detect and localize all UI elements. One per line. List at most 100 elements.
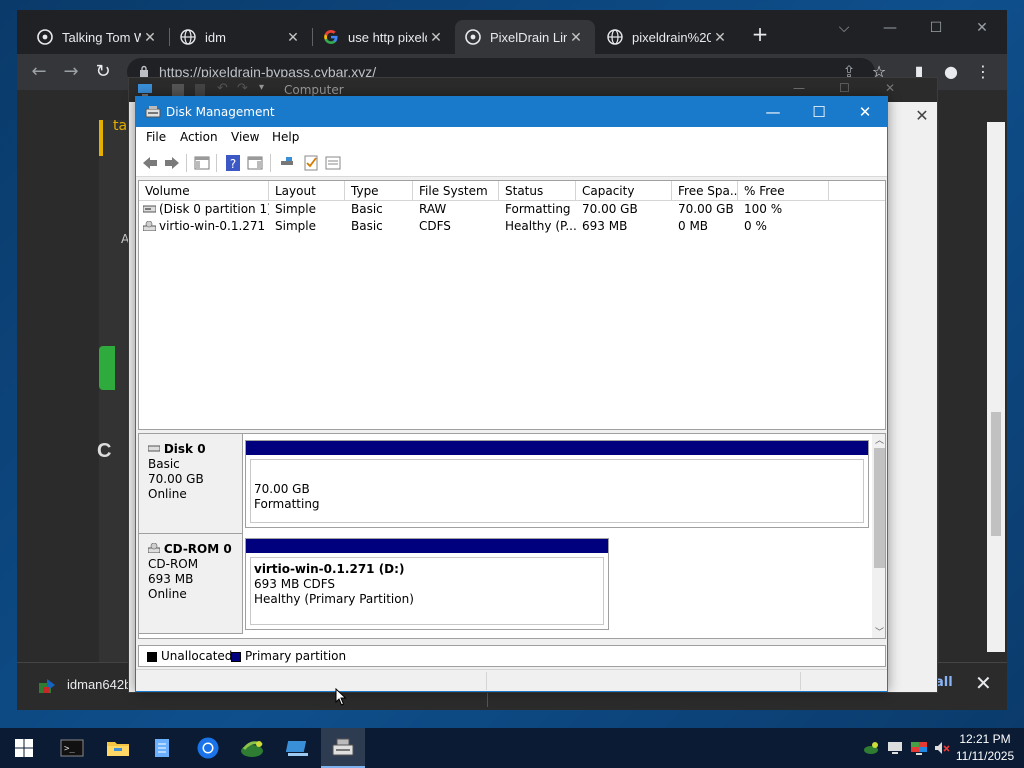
- list-view-icon[interactable]: [324, 154, 342, 172]
- volume-list: Volume Layout Type File System Status Ca…: [138, 180, 886, 430]
- help-icon[interactable]: ?: [224, 154, 242, 172]
- green-button[interactable]: [99, 346, 115, 390]
- taskbar-server-manager[interactable]: [230, 728, 274, 768]
- tab-pixeldrain-limit[interactable]: PixelDrain Lim ✕: [455, 20, 595, 54]
- maximize-button[interactable]: ☐: [913, 16, 959, 40]
- close-icon[interactable]: ✕: [907, 106, 937, 128]
- minimize-button[interactable]: —: [793, 81, 805, 95]
- dropdown-icon[interactable]: ⌵: [821, 16, 867, 40]
- taskbar-file-explorer[interactable]: [96, 728, 140, 768]
- close-icon[interactable]: ✕: [567, 29, 585, 46]
- scroll-down-icon[interactable]: ﹀: [872, 626, 885, 638]
- forward-button[interactable]: →: [59, 60, 83, 84]
- table-row[interactable]: (Disk 0 partition 1) Simple Basic RAW Fo…: [139, 201, 885, 218]
- document-icon[interactable]: [193, 83, 207, 97]
- column-free-space[interactable]: Free Spa...: [672, 181, 738, 201]
- reload-button[interactable]: ↻: [91, 60, 115, 84]
- type-cell: Basic: [351, 219, 383, 233]
- partition-block[interactable]: virtio-win-0.1.271 (D:) 693 MB CDFS Heal…: [245, 538, 609, 630]
- close-window-button[interactable]: ✕: [842, 97, 888, 127]
- taskbar-notepad[interactable]: [140, 728, 184, 768]
- system-clock[interactable]: 12:21 PM 11/11/2025: [952, 731, 1018, 765]
- volume-muted-icon[interactable]: [933, 739, 951, 757]
- menu-action[interactable]: Action: [180, 130, 218, 144]
- undo-icon[interactable]: ↶: [217, 81, 228, 96]
- legend: Unallocated Primary partition: [138, 645, 886, 667]
- toolbar: ?: [136, 149, 887, 177]
- save-icon[interactable]: [171, 83, 185, 97]
- tab-google-search[interactable]: use http pixeld ✕: [313, 20, 455, 54]
- disk-management-icon: [332, 738, 354, 756]
- column-status[interactable]: Status: [499, 181, 576, 201]
- display-settings-icon[interactable]: [910, 739, 928, 757]
- column-type[interactable]: Type: [345, 181, 413, 201]
- close-icon[interactable]: ✕: [427, 29, 445, 46]
- scroll-up-icon[interactable]: ︿: [872, 434, 885, 448]
- tab-idm[interactable]: idm ✕: [170, 20, 312, 54]
- disk-view-scrollbar[interactable]: ︿ ﹀: [872, 434, 885, 638]
- taskbar-disk-management[interactable]: [321, 728, 365, 768]
- new-tab-button[interactable]: +: [749, 24, 771, 46]
- divider: [216, 154, 217, 172]
- column-capacity[interactable]: Capacity: [576, 181, 672, 201]
- minimize-button[interactable]: —: [867, 16, 913, 40]
- minimize-button[interactable]: —: [750, 97, 796, 127]
- forward-arrow-icon[interactable]: [163, 154, 181, 172]
- network-tray-icon[interactable]: [886, 739, 904, 757]
- taskbar-cmd[interactable]: >_: [50, 728, 94, 768]
- start-button[interactable]: [2, 728, 46, 768]
- close-icon[interactable]: ✕: [141, 29, 159, 46]
- taskbar-network-setup[interactable]: [276, 728, 320, 768]
- column-volume[interactable]: Volume: [139, 181, 269, 201]
- redo-icon[interactable]: ↷: [237, 81, 248, 96]
- scrollbar-thumb[interactable]: [874, 448, 885, 568]
- back-button[interactable]: ←: [27, 60, 51, 84]
- show-hide-console-tree-icon[interactable]: [193, 154, 211, 172]
- column-percent-free[interactable]: % Free: [738, 181, 829, 201]
- disk-label[interactable]: CD-ROM 0 CD-ROM 693 MB Online: [139, 534, 243, 634]
- divider: [186, 154, 187, 172]
- close-download-bar-button[interactable]: ✕: [975, 671, 992, 695]
- column-file-system[interactable]: File System: [413, 181, 499, 201]
- tab-talking-tom[interactable]: Talking Tom W ✕: [27, 20, 169, 54]
- maximize-button[interactable]: ☐: [839, 81, 850, 95]
- taskbar-chrome[interactable]: [186, 728, 230, 768]
- page-scrollbar[interactable]: [987, 122, 1005, 652]
- show-hide-action-pane-icon[interactable]: [246, 154, 264, 172]
- quick-access-dropdown-icon[interactable]: ▾: [259, 82, 264, 93]
- back-arrow-icon[interactable]: [141, 154, 159, 172]
- primary-partition-bar: [246, 441, 868, 455]
- capacity-cell: 70.00 GB: [582, 202, 638, 216]
- properties-check-icon[interactable]: [302, 154, 320, 172]
- partition-title: virtio-win-0.1.271 (D:): [254, 562, 405, 576]
- menu-view[interactable]: View: [231, 130, 259, 144]
- volume-name: (Disk 0 partition 1): [159, 202, 269, 216]
- profile-icon[interactable]: ●: [939, 60, 963, 84]
- disk-management-window: Disk Management — ☐ ✕ File Action View H…: [135, 96, 888, 692]
- tab-pixeldrain-search[interactable]: pixeldrain%20l ✕: [597, 20, 739, 54]
- disk-row: CD-ROM 0 CD-ROM 693 MB Online virtio-win…: [139, 534, 869, 634]
- close-icon[interactable]: ✕: [284, 29, 302, 46]
- maximize-button[interactable]: ☐: [796, 97, 842, 127]
- scrollbar-thumb[interactable]: [991, 412, 1001, 536]
- type-cell: Basic: [351, 202, 383, 216]
- connect-icon[interactable]: [278, 154, 296, 172]
- menu-bar: File Action View Help: [136, 127, 887, 149]
- menu-help[interactable]: Help: [272, 130, 299, 144]
- menu-file[interactable]: File: [146, 130, 166, 144]
- cd-drive-icon: [147, 542, 161, 554]
- menu-icon[interactable]: ⋮: [971, 60, 995, 84]
- partition-info: virtio-win-0.1.271 (D:) 693 MB CDFS Heal…: [250, 557, 604, 625]
- taskbar: >_ 12:21 PM 11/11/2025: [0, 728, 1024, 768]
- disk-state: Online: [148, 487, 187, 501]
- close-window-button[interactable]: ✕: [885, 81, 895, 95]
- capacity-cell: 693 MB: [582, 219, 628, 233]
- divider: [800, 672, 801, 690]
- close-icon[interactable]: ✕: [711, 29, 729, 46]
- server-tray-icon[interactable]: [862, 739, 880, 757]
- disk-label[interactable]: Disk 0 Basic 70.00 GB Online: [139, 434, 243, 534]
- partition-block[interactable]: 70.00 GB Formatting: [245, 440, 869, 528]
- column-layout[interactable]: Layout: [269, 181, 345, 201]
- table-row[interactable]: virtio-win-0.1.271 ... Simple Basic CDFS…: [139, 218, 885, 235]
- close-window-button[interactable]: ✕: [959, 16, 1005, 40]
